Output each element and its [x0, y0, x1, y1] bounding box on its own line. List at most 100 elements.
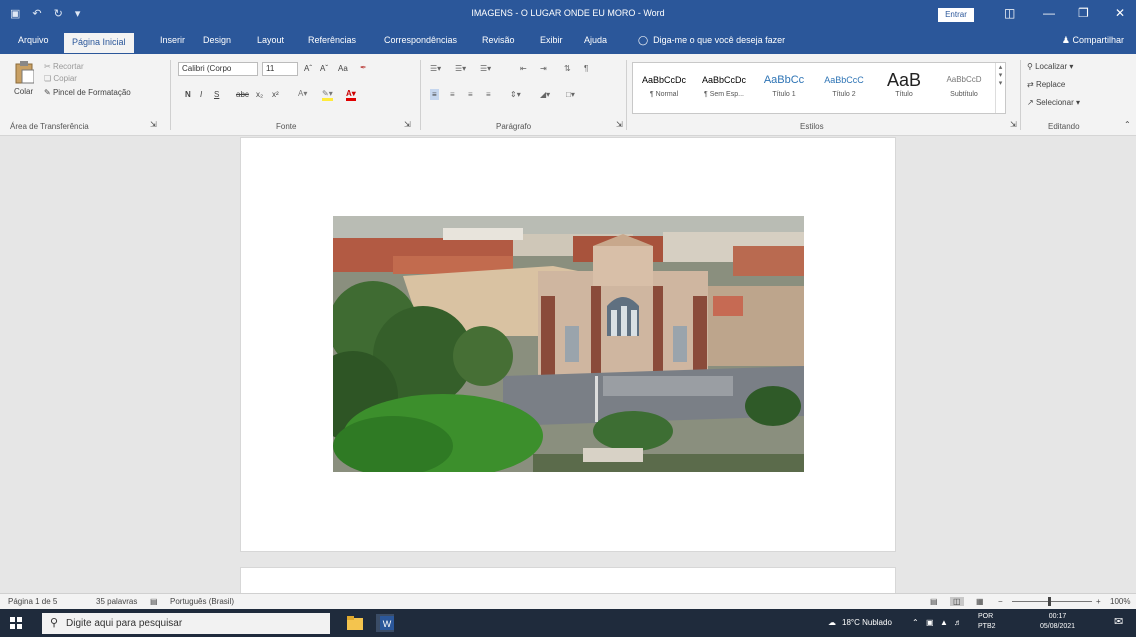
taskbar-search[interactable]: ⚲ Digite aqui para pesquisar: [42, 613, 330, 634]
replace-button[interactable]: ⇄ Replace: [1027, 80, 1065, 89]
tray-chevron-icon[interactable]: ⌃: [912, 618, 919, 627]
font-color-icon[interactable]: A▾: [346, 89, 356, 101]
close-icon[interactable]: ✕: [1115, 6, 1125, 20]
zoom-in-icon[interactable]: +: [1096, 597, 1101, 606]
tab-revisao[interactable]: Revisão: [482, 35, 515, 45]
styles-scroll[interactable]: ▴ ▾ ▾: [995, 63, 1005, 113]
font-launcher-icon[interactable]: ⇲: [404, 120, 411, 129]
format-painter-button[interactable]: ✎ Pincel de Formatação: [44, 88, 131, 97]
tab-layout[interactable]: Layout: [257, 35, 284, 45]
tab-correspondencias[interactable]: Correspondências: [384, 35, 457, 45]
minimize-icon[interactable]: —: [1043, 6, 1055, 20]
word-count[interactable]: 35 palavras: [96, 597, 137, 606]
style-preview: AaBbCcD: [946, 75, 982, 84]
windows-start-icon[interactable]: [10, 617, 22, 629]
shrink-font-icon[interactable]: Aˇ: [320, 64, 328, 73]
cloud-icon[interactable]: ☁: [828, 618, 836, 627]
document-canvas[interactable]: [0, 137, 1136, 597]
file-explorer-icon[interactable]: [346, 614, 364, 632]
print-layout-icon[interactable]: ◫: [950, 597, 964, 606]
church-photo[interactable]: [333, 216, 804, 472]
subscript-button[interactable]: x₂: [256, 90, 263, 99]
cut-button[interactable]: ✂ Recortar: [44, 62, 84, 71]
ribbon-display-icon[interactable]: ◫: [1004, 6, 1015, 20]
numbering-icon[interactable]: ☰▾: [455, 64, 466, 73]
style-title[interactable]: AaB Título: [875, 69, 933, 98]
style-heading-1[interactable]: AaBbCc Título 1: [755, 69, 813, 98]
tab-inserir[interactable]: Inserir: [160, 35, 185, 45]
proofing-icon[interactable]: ▤: [150, 597, 158, 606]
style-heading-2[interactable]: AaBbCcC Título 2: [815, 69, 873, 98]
web-layout-icon[interactable]: ▦: [976, 597, 984, 606]
clear-format-icon[interactable]: ✒: [360, 63, 367, 72]
underline-button[interactable]: S: [214, 90, 219, 99]
wifi-icon[interactable]: ▲: [940, 618, 948, 627]
font-family-select[interactable]: Calibri (Corpo: [178, 62, 258, 76]
style-preview: AaBbCc: [763, 74, 805, 86]
grow-font-icon[interactable]: Aˆ: [304, 64, 312, 73]
paragraph-launcher-icon[interactable]: ⇲: [616, 120, 623, 129]
styles-gallery: AaBbCcDc ¶ Normal AaBbCcDc ¶ Sem Esp... …: [632, 62, 1006, 114]
word-app-icon[interactable]: W: [376, 614, 394, 632]
strikethrough-button[interactable]: abc: [236, 90, 249, 99]
zoom-level[interactable]: 100%: [1110, 597, 1130, 606]
notifications-icon[interactable]: ✉: [1114, 615, 1123, 628]
tab-arquivo[interactable]: Arquivo: [18, 35, 49, 45]
highlight-icon[interactable]: ✎▾: [322, 89, 333, 101]
tell-me-search[interactable]: ◯ Diga-me o que você deseja fazer: [638, 35, 785, 46]
maximize-icon[interactable]: ❐: [1078, 6, 1089, 20]
tab-ajuda[interactable]: Ajuda: [584, 35, 607, 45]
read-mode-icon[interactable]: ▤: [930, 597, 938, 606]
bullets-icon[interactable]: ☰▾: [430, 64, 441, 73]
italic-button[interactable]: I: [200, 90, 202, 99]
styles-launcher-icon[interactable]: ⇲: [1010, 120, 1017, 129]
style-subtitle[interactable]: AaBbCcD Subtítulo: [935, 69, 993, 98]
copy-button[interactable]: ❏ Copiar: [44, 74, 77, 83]
input-language[interactable]: POR PTB2: [978, 612, 996, 632]
increase-indent-icon[interactable]: ⇥: [540, 64, 547, 73]
clipboard-launcher-icon[interactable]: ⇲: [150, 120, 157, 129]
language-status[interactable]: Português (Brasil): [170, 597, 234, 606]
weather-text[interactable]: 18°C Nublado: [842, 618, 892, 627]
text-effects-icon[interactable]: A▾: [298, 89, 307, 98]
align-right-icon[interactable]: ≡: [468, 90, 473, 99]
find-button[interactable]: ⚲ Localizar ▾: [1027, 62, 1073, 71]
paste-label[interactable]: Colar: [14, 87, 33, 96]
network-icon[interactable]: ▣: [926, 618, 934, 627]
decrease-indent-icon[interactable]: ⇤: [520, 64, 527, 73]
select-button[interactable]: ↗ Selecionar ▾: [1027, 98, 1080, 107]
page-count[interactable]: Página 1 de 5: [8, 597, 57, 606]
tab-exibir[interactable]: Exibir: [540, 35, 563, 45]
superscript-button[interactable]: x²: [272, 90, 279, 99]
line-spacing-icon[interactable]: ⇕▾: [510, 90, 521, 99]
zoom-out-icon[interactable]: −: [998, 597, 1003, 606]
zoom-slider-thumb[interactable]: [1048, 597, 1051, 606]
collapse-ribbon-icon[interactable]: ⌃: [1124, 120, 1131, 129]
clock[interactable]: 00:17 05/08/2021: [1040, 612, 1075, 632]
zoom-slider[interactable]: [1012, 601, 1092, 602]
style-no-spacing[interactable]: AaBbCcDc ¶ Sem Esp...: [695, 69, 753, 98]
borders-icon[interactable]: □▾: [566, 90, 575, 99]
sign-in-button[interactable]: Entrar: [938, 8, 974, 22]
tab-pagina-inicial[interactable]: Página Inicial: [64, 33, 134, 53]
tab-design[interactable]: Design: [203, 35, 231, 45]
justify-icon[interactable]: ≡: [486, 90, 491, 99]
volume-icon[interactable]: ♬: [954, 618, 962, 627]
bold-button[interactable]: N: [185, 90, 191, 99]
taskbar: ⚲ Digite aqui para pesquisar W ☁ 18°C Nu…: [0, 609, 1136, 637]
pilcrow-icon[interactable]: ¶: [584, 64, 588, 73]
paste-icon[interactable]: [14, 60, 34, 84]
change-case-button[interactable]: Aa: [338, 64, 348, 73]
document-page[interactable]: [240, 137, 896, 552]
magnifier-icon: ⚲: [1027, 62, 1033, 71]
align-left-icon[interactable]: ≡: [430, 89, 439, 100]
multilevel-list-icon[interactable]: ☰▾: [480, 64, 491, 73]
font-size-select[interactable]: 11: [262, 62, 298, 76]
shading-icon[interactable]: ◢▾: [540, 90, 550, 99]
align-center-icon[interactable]: ≡: [450, 90, 455, 99]
style-normal[interactable]: AaBbCcDc ¶ Normal: [635, 69, 693, 98]
divider: [626, 60, 627, 130]
share-button[interactable]: ♟ Compartilhar: [1062, 35, 1124, 46]
sort-icon[interactable]: ⇅: [564, 64, 571, 73]
tab-referencias[interactable]: Referências: [308, 35, 356, 45]
